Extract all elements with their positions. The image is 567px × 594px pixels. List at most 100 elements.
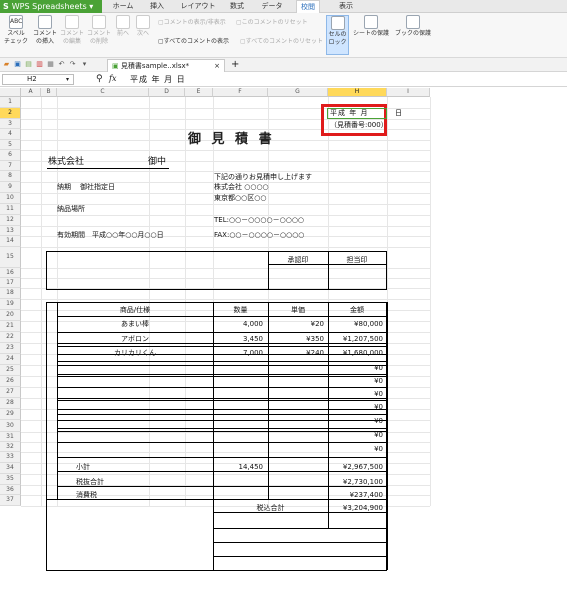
format-painter-icon[interactable]: ▦ (46, 60, 55, 69)
approval-stamp-label[interactable]: 承認印 (268, 255, 328, 265)
column-header[interactable]: D (149, 88, 185, 97)
column-header[interactable]: E (185, 88, 213, 97)
menu-tab[interactable]: ホーム (108, 0, 138, 13)
subtotal-qty[interactable]: 14,450 (213, 462, 264, 472)
item-qty[interactable]: 4,000 (213, 319, 263, 329)
row-header[interactable]: 26 (0, 376, 21, 387)
item-amount[interactable]: ¥1,680,000 (328, 348, 383, 358)
spell-check-button[interactable]: ABC スペル チェック (2, 15, 30, 46)
pretax-label[interactable]: 税抜合計 (76, 477, 104, 487)
row-header[interactable]: 33 (0, 452, 21, 463)
chevron-down-icon[interactable]: ▾ (80, 60, 89, 69)
column-header[interactable]: C (57, 88, 149, 97)
column-header[interactable]: F (213, 88, 268, 97)
row-header[interactable]: 15 (0, 247, 21, 268)
menu-tab[interactable]: 挿入 (146, 0, 168, 13)
row-header[interactable]: 10 (0, 193, 21, 204)
insert-comment-button[interactable]: コメント の挿入 (32, 15, 58, 46)
row-header[interactable]: 2 (0, 108, 21, 119)
item-qty[interactable]: 7,000 (213, 348, 263, 358)
row-header[interactable]: 34 (0, 463, 21, 474)
tel[interactable]: TEL:○○－○○○○－○○○○ (214, 215, 304, 225)
row-header[interactable]: 1 (0, 97, 21, 108)
row-header[interactable]: 5 (0, 140, 21, 150)
menu-tab[interactable]: 校閲 (296, 0, 320, 13)
row-header[interactable]: 27 (0, 387, 21, 398)
document-tab[interactable]: ▣ 見積書sample..xlsx* × (107, 59, 225, 72)
row-header[interactable]: 9 (0, 182, 21, 193)
row-header[interactable]: 16 (0, 268, 21, 278)
print-preview-icon[interactable]: ▥ (35, 60, 44, 69)
protect-book-button[interactable]: ブックの保護 (393, 15, 433, 38)
item-price[interactable]: ¥350 (268, 334, 324, 344)
protect-sheet-button[interactable]: シートの保護 (351, 15, 391, 38)
item-amount[interactable]: ¥0 (328, 430, 383, 440)
row-header[interactable]: 13 (0, 226, 21, 236)
item-amount[interactable]: ¥0 (328, 416, 383, 426)
date-cell[interactable]: 平成 年 月 (330, 108, 368, 118)
row-header[interactable]: 36 (0, 485, 21, 495)
row-header[interactable]: 12 (0, 215, 21, 226)
onchu-label[interactable]: 御中 (148, 157, 166, 167)
place-label[interactable]: 納品場所 (57, 204, 85, 214)
delivery-label[interactable]: 納期 (57, 182, 71, 192)
lock-cell-button[interactable]: セルの ロック (326, 15, 349, 55)
document-title[interactable]: 御 見 積 書 (188, 128, 275, 147)
menu-tab[interactable]: データ (259, 0, 285, 13)
item-amount[interactable]: ¥0 (328, 363, 383, 373)
fax[interactable]: FAX:○○－○○○○－○○○○ (214, 230, 304, 240)
show-hide-comment-button[interactable]: ▢コメントの表示/非表示 (158, 18, 226, 27)
column-header[interactable]: I (387, 88, 430, 97)
undo-icon[interactable]: ↶ (57, 60, 66, 69)
item-qty[interactable]: 3,450 (213, 334, 263, 344)
sender-address[interactable]: 東京都○○区○○ (214, 193, 266, 203)
print-icon[interactable]: ▤ (24, 60, 33, 69)
column-header[interactable]: B (41, 88, 57, 97)
row-header[interactable]: 25 (0, 365, 21, 376)
row-header[interactable]: 18 (0, 288, 21, 299)
item-amount[interactable]: ¥0 (328, 444, 383, 454)
row-header[interactable]: 31 (0, 432, 21, 442)
column-header[interactable]: G (268, 88, 328, 97)
row-header[interactable]: 35 (0, 474, 21, 485)
menu-tab[interactable]: 数式 (225, 0, 249, 13)
next-comment-button[interactable]: 次へ (134, 15, 152, 38)
row-header[interactable]: 24 (0, 354, 21, 365)
pretax-amount[interactable]: ¥2,730,100 (328, 477, 383, 487)
row-header[interactable]: 30 (0, 420, 21, 432)
table-header[interactable]: 金額 (328, 305, 386, 315)
formula-input[interactable]: 平成 年 月 日 (130, 74, 427, 85)
estimate-number[interactable]: （見積番号:000） (330, 120, 388, 130)
row-header[interactable]: 11 (0, 204, 21, 215)
table-header[interactable]: 商品/仕様 (57, 305, 213, 315)
reset-comment-button[interactable]: ▢このコメントのリセット (236, 18, 308, 27)
total-label[interactable]: 税込合計 (213, 503, 328, 513)
column-header[interactable]: A (21, 88, 41, 97)
validity[interactable]: 有効期間 平成○○年○○月○○日 (57, 230, 164, 240)
row-header[interactable]: 3 (0, 119, 21, 129)
subtotal-label[interactable]: 小計 (76, 462, 90, 472)
table-header[interactable]: 数量 (213, 305, 268, 315)
subtotal-amount[interactable]: ¥2,967,500 (328, 462, 383, 472)
app-menu-button[interactable]: S WPS Spreadsheets ▾ (0, 0, 102, 13)
row-header[interactable]: 29 (0, 409, 21, 420)
delete-comment-button[interactable]: コメント の削除 (86, 15, 112, 46)
row-header[interactable]: 6 (0, 150, 21, 161)
edit-comment-button[interactable]: コメント の編集 (59, 15, 85, 46)
reset-all-comments-button[interactable]: ▢すべてのコメントのリセット (240, 37, 323, 46)
row-header[interactable]: 17 (0, 278, 21, 288)
row-header[interactable]: 8 (0, 171, 21, 182)
row-header[interactable]: 4 (0, 129, 21, 140)
row-header[interactable]: 37 (0, 495, 21, 506)
show-all-comments-button[interactable]: ▢すべてのコメントの表示 (158, 37, 229, 46)
row-header[interactable]: 21 (0, 321, 21, 332)
row-header[interactable]: 7 (0, 161, 21, 171)
row-header[interactable]: 23 (0, 343, 21, 354)
company-to[interactable]: 株式会社 (48, 157, 84, 167)
open-icon[interactable]: ▰ (2, 60, 11, 69)
column-header[interactable]: H (328, 88, 387, 97)
menu-tab[interactable]: レイアウト (180, 0, 216, 13)
item-price[interactable]: ¥240 (268, 348, 324, 358)
intro-text[interactable]: 下記の通りお見積申し上げます (214, 172, 312, 182)
delivery-value[interactable]: 御社指定日 (80, 182, 115, 192)
